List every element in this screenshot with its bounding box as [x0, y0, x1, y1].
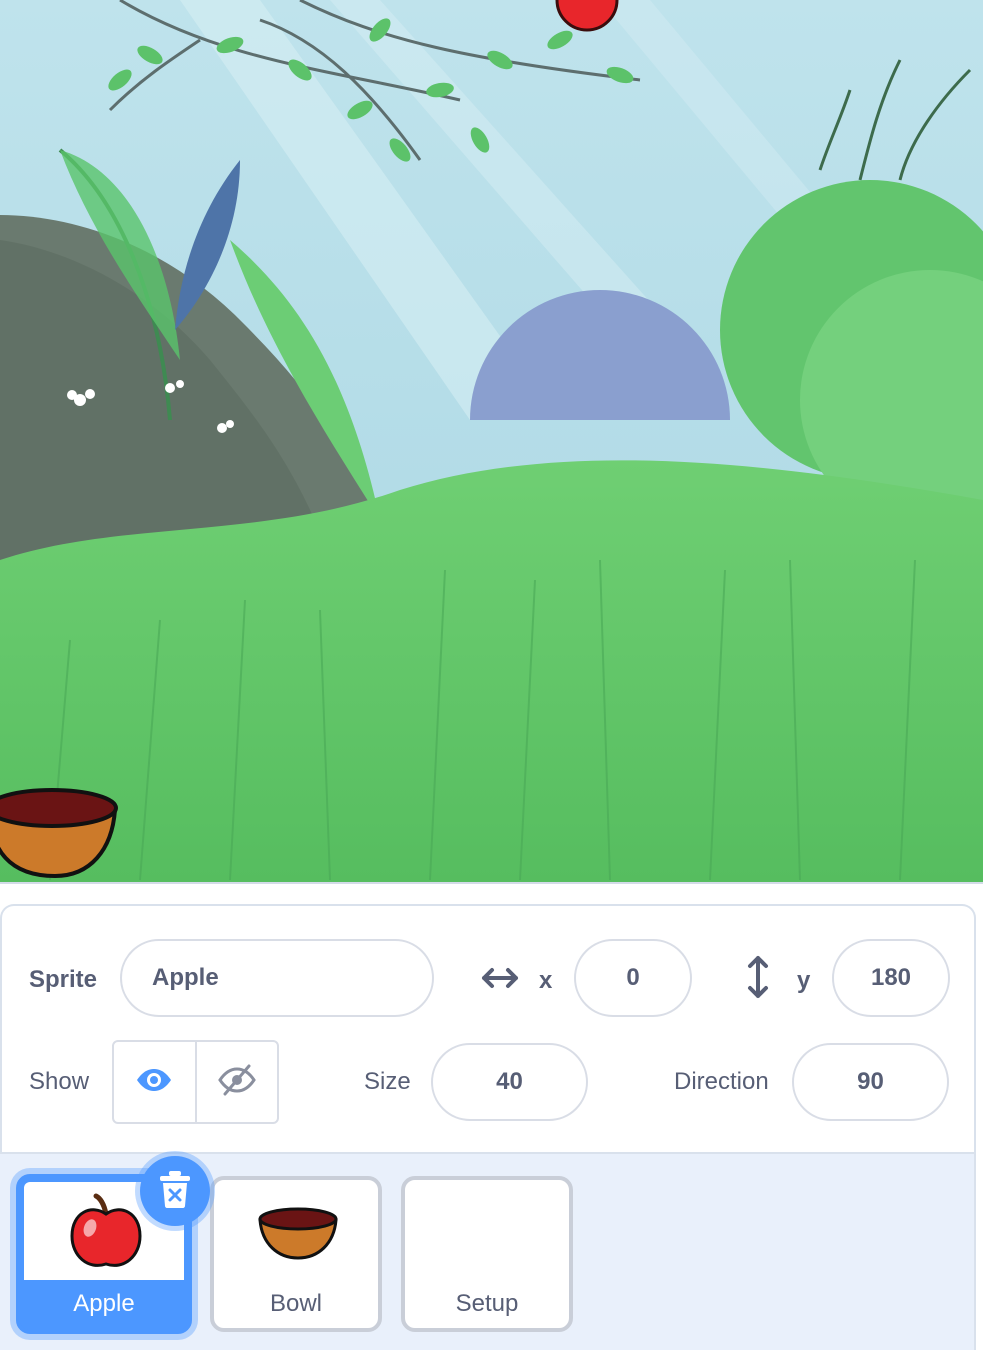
sprite-name-input[interactable]: Apple — [120, 939, 434, 1017]
delete-sprite-button[interactable] — [140, 1156, 210, 1226]
bowl-icon — [256, 1204, 340, 1269]
size-label: Size — [364, 1068, 411, 1095]
stage-canvas[interactable] — [0, 0, 983, 884]
sprite-tile-label: Setup — [455, 1290, 519, 1317]
y-input[interactable]: 180 — [832, 939, 950, 1017]
sprite-label: Sprite — [29, 966, 98, 993]
x-input[interactable]: 0 — [574, 939, 692, 1017]
apple-icon — [64, 1190, 148, 1279]
horizontal-arrows-icon — [480, 964, 520, 997]
x-label: x — [539, 967, 553, 994]
sprite-tile-setup[interactable]: Setup — [401, 1176, 573, 1332]
forest-backdrop — [0, 0, 983, 882]
trash-icon — [157, 1169, 193, 1214]
sprite-tile-bowl[interactable]: Bowl — [210, 1176, 382, 1332]
direction-input[interactable]: 90 — [792, 1043, 949, 1121]
size-input[interactable]: 40 — [431, 1043, 588, 1121]
y-label: y — [797, 967, 811, 994]
sprite-info-panel: Sprite Apple x 0 y 180 Show Size 40 Dire… — [0, 904, 976, 1152]
show-visible-button[interactable] — [114, 1042, 195, 1122]
show-label: Show — [29, 1068, 90, 1095]
vertical-arrows-icon — [744, 954, 772, 1005]
eye-hidden-icon — [217, 1064, 256, 1101]
visibility-toggle-group — [112, 1040, 279, 1124]
eye-icon — [135, 1067, 173, 1098]
direction-label: Direction — [674, 1068, 769, 1095]
show-hidden-button[interactable] — [194, 1042, 278, 1122]
sprite-tile-label: Bowl — [269, 1290, 323, 1317]
sprite-tile-label: Apple — [73, 1290, 135, 1317]
